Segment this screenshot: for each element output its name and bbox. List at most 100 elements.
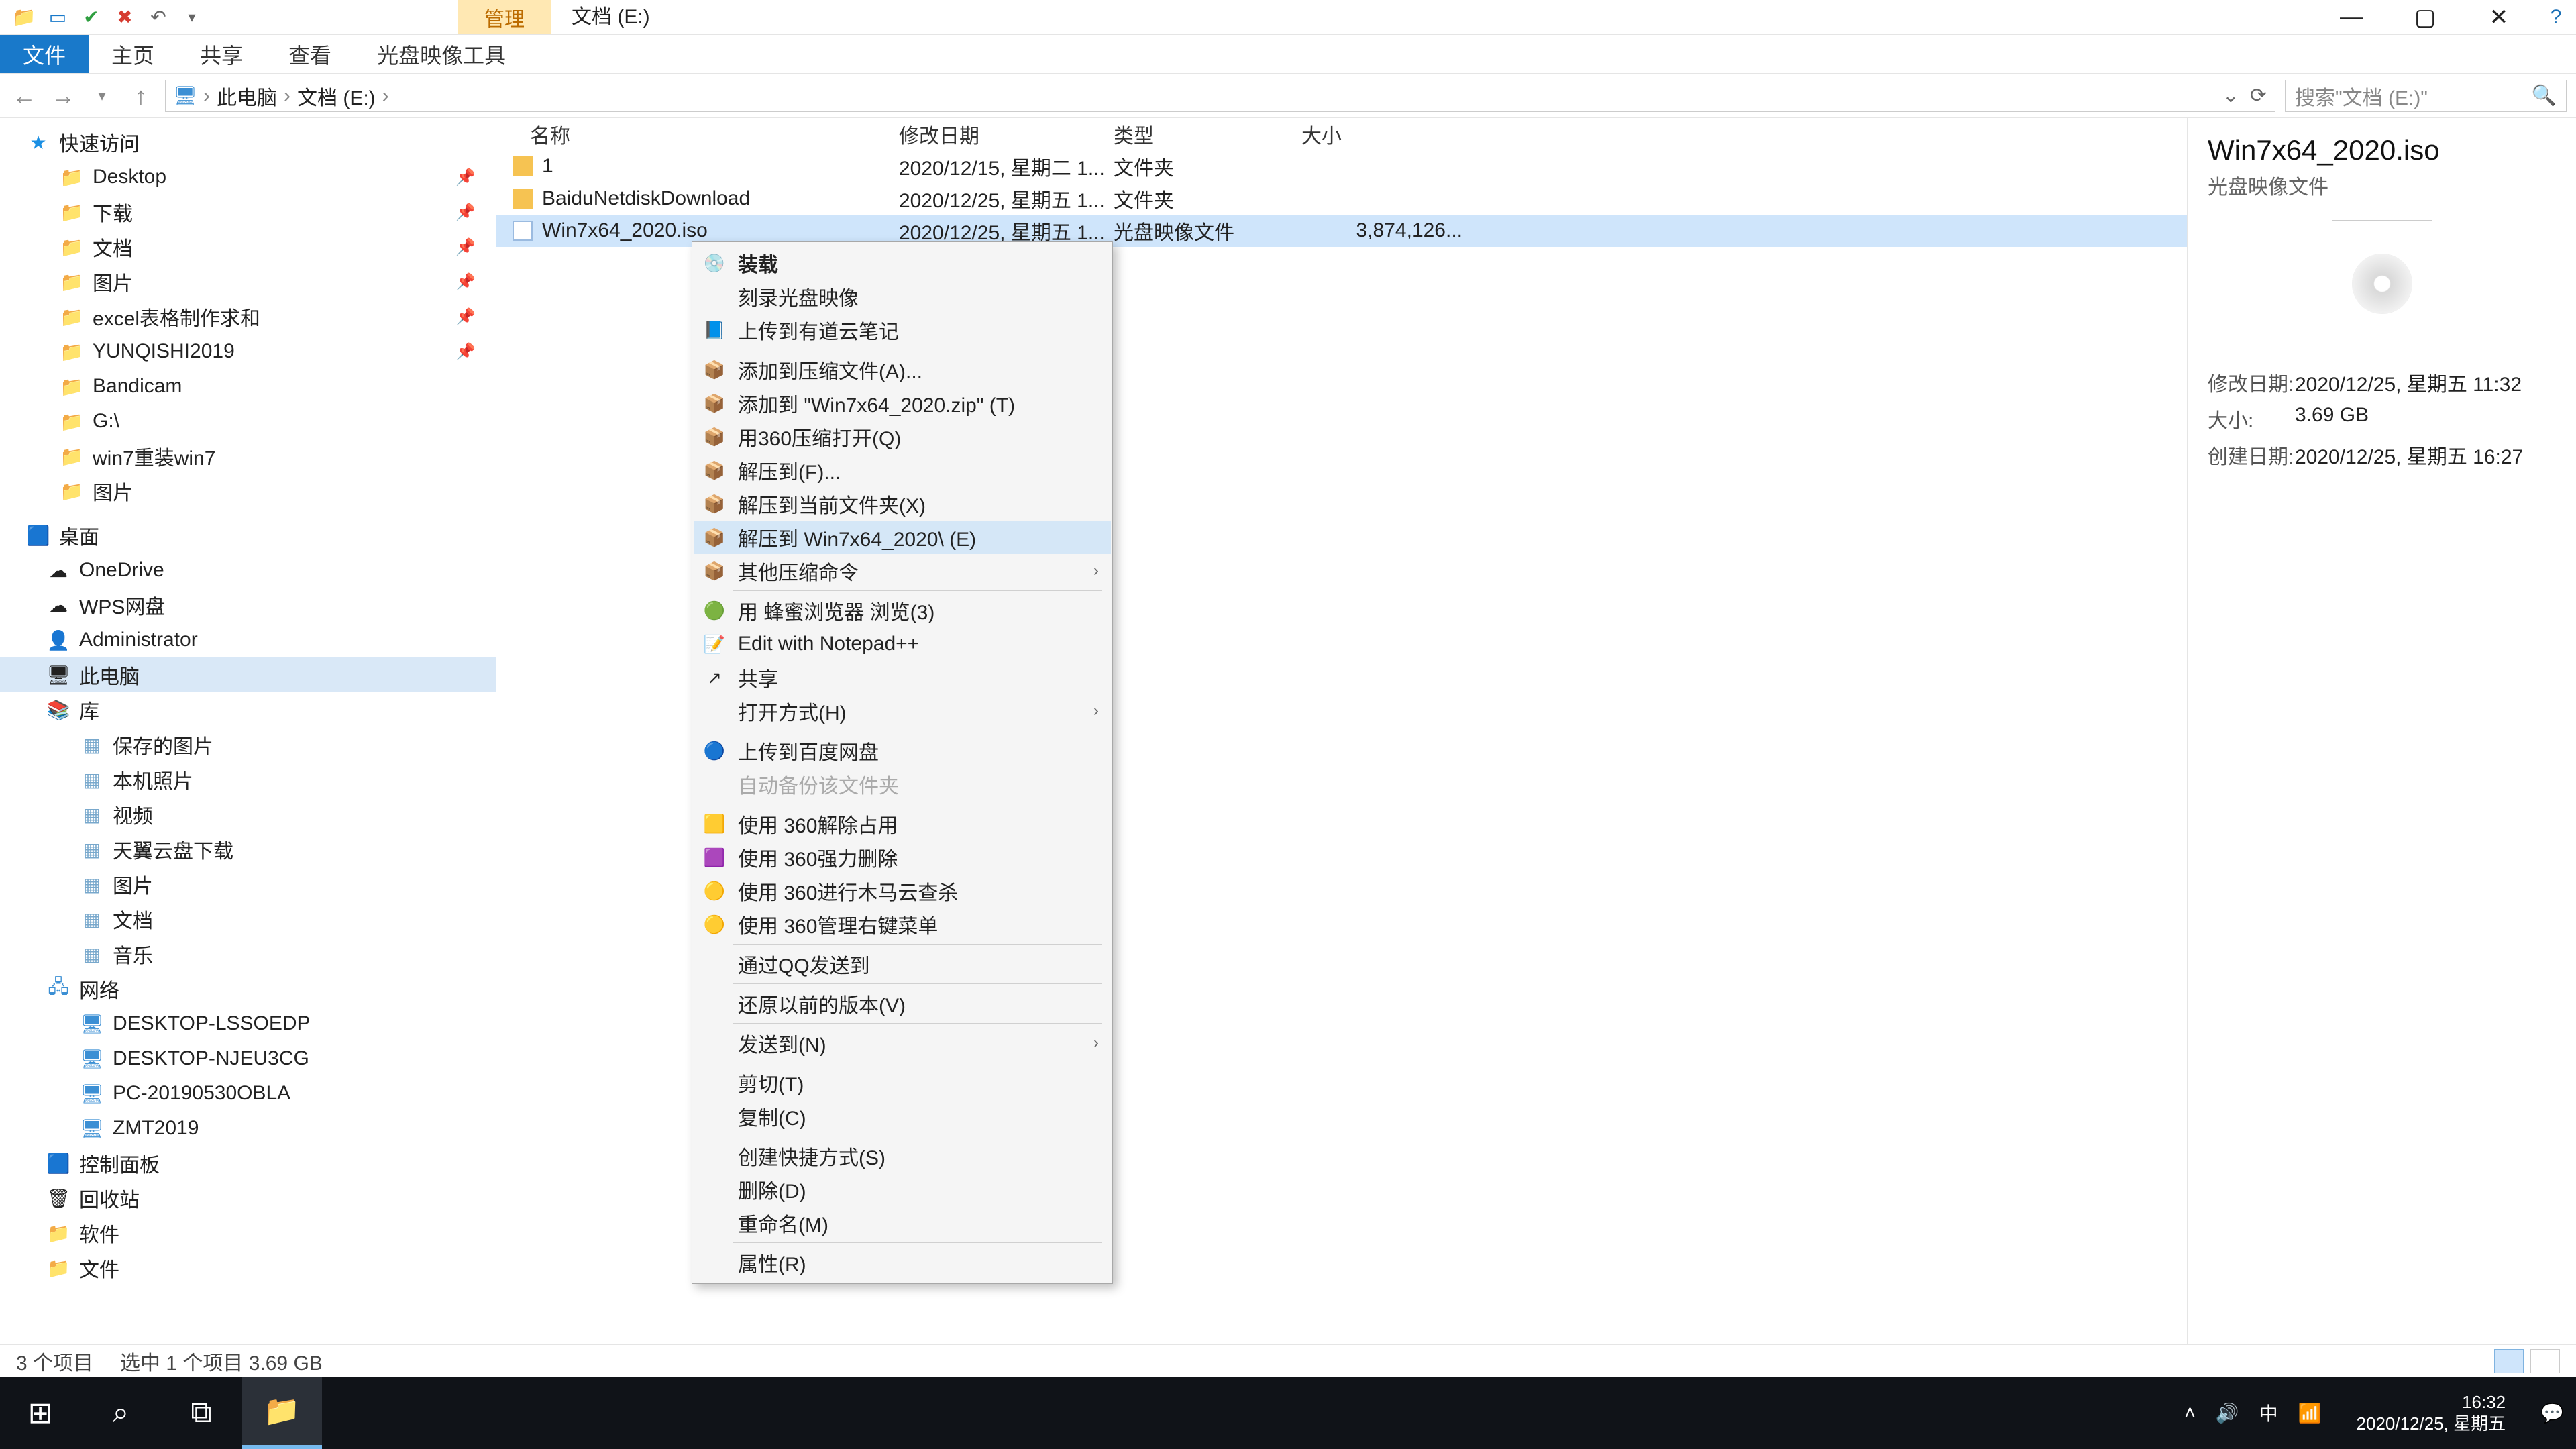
col-type[interactable]: 类型 [1114,119,1301,149]
ribbon-tab-home[interactable]: 主页 [89,35,177,73]
view-details-button[interactable] [2494,1349,2524,1373]
save-icon[interactable]: ▭ [46,5,70,30]
tree-desktop-item[interactable]: 📚库 [0,692,496,727]
col-size[interactable]: 大小 [1301,119,1476,149]
nav-back-button[interactable]: ← [9,82,39,110]
context-menu-item[interactable]: 发送到(N)› [694,1026,1111,1060]
tree-lib-item[interactable]: ▦图片 [0,867,496,902]
check-icon[interactable]: ✔ [79,5,103,30]
context-menu-item[interactable]: 💿装载 [694,246,1111,280]
ribbon-tab-file[interactable]: 文件 [0,35,89,73]
refresh-icon[interactable]: ⟳ [2250,84,2267,107]
col-name[interactable]: 名称 [496,119,899,149]
tree-lib-item[interactable]: ▦本机照片 [0,762,496,797]
context-menu-item[interactable]: 📦添加到 "Win7x64_2020.zip" (T) [694,386,1111,420]
context-menu-item[interactable]: 重命名(M) [694,1206,1111,1240]
tray-volume-icon[interactable]: 🔊 [2216,1402,2239,1424]
context-menu-item[interactable]: 剪切(T) [694,1066,1111,1099]
context-menu-item[interactable]: 📘上传到有道云笔记 [694,313,1111,347]
close-button[interactable]: ✕ [2462,0,2536,35]
context-menu-item[interactable]: 🟡使用 360管理右键菜单 [694,908,1111,941]
folder-icon[interactable]: 📁 [12,5,36,30]
tree-desktop-item[interactable]: 👤Administrator [0,623,496,657]
delete-icon[interactable]: ✖ [113,5,137,30]
tree-quick-item[interactable]: 📁文档📌 [0,229,496,264]
tree-quick-item[interactable]: 📁图片📌 [0,264,496,299]
context-menu-item[interactable]: 删除(D) [694,1173,1111,1206]
tree-lib-item[interactable]: ▦保存的图片 [0,727,496,762]
taskbar-clock[interactable]: 16:32 2020/12/25, 星期五 [2357,1391,2506,1434]
context-menu-item[interactable]: 🟡使用 360进行木马云查杀 [694,874,1111,908]
start-button[interactable]: ⊞ [0,1377,80,1449]
tree-lib-item[interactable]: ▦视频 [0,797,496,832]
col-date[interactable]: 修改日期 [899,119,1114,149]
help-button[interactable]: ? [2536,0,2576,35]
tree-network[interactable]: 🖧网络 [0,971,496,1006]
context-menu-item[interactable]: 📝Edit with Notepad++ [694,627,1111,661]
file-row[interactable]: BaiduNetdiskDownload2020/12/25, 星期五 1...… [496,182,2187,215]
file-row[interactable]: 12020/12/15, 星期二 1...文件夹 [496,150,2187,182]
context-menu-item[interactable]: 📦解压到当前文件夹(X) [694,487,1111,521]
context-menu-item[interactable]: 🟨使用 360解除占用 [694,807,1111,841]
tree-quick-item[interactable]: 📁图片 [0,474,496,508]
context-menu-item[interactable]: 打开方式(H)› [694,694,1111,728]
tree-quick-item[interactable]: 📁YUNQISHI2019📌 [0,334,496,369]
tree-lib-item[interactable]: ▦天翼云盘下载 [0,832,496,867]
qat-dropdown-icon[interactable]: ▾ [180,5,204,30]
context-menu-item[interactable]: 创建快捷方式(S) [694,1139,1111,1173]
crumb-pc[interactable]: 此电脑 [217,81,277,111]
tree-docs[interactable]: 📁文件 [0,1250,496,1285]
context-menu-item[interactable]: 📦用360压缩打开(Q) [694,420,1111,453]
search-button[interactable]: ⌕ [80,1377,161,1449]
context-menu-item[interactable]: 刻录光盘映像 [694,280,1111,313]
context-menu-item[interactable]: 🔵上传到百度网盘 [694,734,1111,767]
tree-quick-item[interactable]: 📁下载📌 [0,195,496,229]
taskbar-explorer[interactable]: 📁 [241,1377,322,1449]
action-center-icon[interactable]: 💬 [2540,1402,2564,1424]
context-menu-item[interactable]: 属性(R) [694,1246,1111,1279]
context-menu-item[interactable]: 还原以前的版本(V) [694,987,1111,1020]
tree-quick-item[interactable]: 📁Bandicam [0,369,496,404]
tree-network-item[interactable]: 🖥PC-20190530OBLA [0,1076,496,1111]
ribbon-tab-disk-tools[interactable]: 光盘映像工具 [354,35,529,73]
address-bar[interactable]: 🖥 › 此电脑 › 文档 (E:) › ⌄ ⟳ [165,80,2275,112]
context-menu-item[interactable]: 🟪使用 360强力删除 [694,841,1111,874]
context-menu-item[interactable]: 📦解压到 Win7x64_2020\ (E) [694,521,1111,554]
tree-network-item[interactable]: 🖥DESKTOP-LSSOEDP [0,1006,496,1041]
context-menu-item[interactable]: 复制(C) [694,1099,1111,1133]
ribbon-tab-share[interactable]: 共享 [177,35,266,73]
tree-desktop-item[interactable]: ☁OneDrive [0,553,496,588]
tree-quick-item[interactable]: 📁G:\ [0,404,496,439]
tree-quick-access[interactable]: ★快速访问 [0,125,496,160]
tree-desktop-item[interactable]: 🖥此电脑 [0,657,496,692]
context-menu-item[interactable]: 📦其他压缩命令› [694,554,1111,588]
maximize-button[interactable]: ▢ [2388,0,2462,35]
crumb-drive[interactable]: 文档 (E:) [297,81,376,111]
context-menu-item[interactable]: 🟢用 蜂蜜浏览器 浏览(3) [694,594,1111,627]
tree-quick-item[interactable]: 📁Desktop📌 [0,160,496,195]
tree-quick-item[interactable]: 📁win7重装win7 [0,439,496,474]
tree-network-item[interactable]: 🖥ZMT2019 [0,1111,496,1146]
tray-overflow-icon[interactable]: ˄ [2184,1402,2195,1424]
tray-network-icon[interactable]: 📶 [2298,1402,2322,1424]
context-menu-item[interactable]: ↗共享 [694,661,1111,694]
nav-recent-dropdown[interactable]: ▾ [87,87,117,105]
search-box[interactable]: 搜索"文档 (E:)" 🔍 [2285,80,2567,112]
tree-software[interactable]: 📁软件 [0,1216,496,1250]
tree-desktop[interactable]: 🟦桌面 [0,518,496,553]
ribbon-tab-view[interactable]: 查看 [266,35,354,73]
task-view-button[interactable]: ⧉ [161,1377,241,1449]
tree-recycle-bin[interactable]: 🗑回收站 [0,1181,496,1216]
context-menu-item[interactable]: 📦添加到压缩文件(A)... [694,353,1111,386]
nav-forward-button[interactable]: → [48,82,78,110]
view-thumbs-button[interactable] [2530,1349,2560,1373]
tree-network-item[interactable]: 🖥DESKTOP-NJEU3CG [0,1041,496,1076]
tree-lib-item[interactable]: ▦音乐 [0,936,496,971]
contextual-tab-manage[interactable]: 管理 [458,0,551,34]
addr-dropdown-icon[interactable]: ⌄ [2222,84,2239,107]
nav-up-button[interactable]: ↑ [126,82,156,110]
minimize-button[interactable]: — [2314,0,2388,35]
tree-desktop-item[interactable]: ☁WPS网盘 [0,588,496,623]
tree-lib-item[interactable]: ▦文档 [0,902,496,936]
tray-ime[interactable]: 中 [2259,1399,2278,1426]
